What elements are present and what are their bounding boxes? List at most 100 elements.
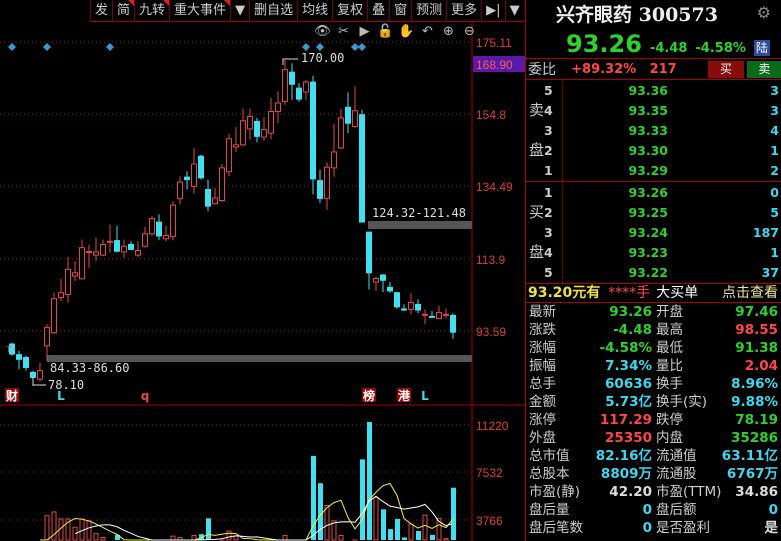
view-link[interactable]: 点击查看 bbox=[722, 284, 778, 302]
stat-label: 最低 bbox=[656, 340, 683, 356]
stat-value: 93.26 bbox=[609, 304, 652, 320]
order-row[interactable]: 5 93.36 3 bbox=[526, 80, 781, 100]
toolbar-item[interactable]: 删自选 bbox=[249, 0, 297, 22]
candle-body bbox=[170, 204, 176, 238]
hand-icon[interactable]: ✋ bbox=[398, 24, 415, 40]
marker-label[interactable]: L bbox=[57, 389, 65, 403]
order-row[interactable]: 3 93.33 4 bbox=[526, 120, 781, 140]
stat-value: 91.38 bbox=[735, 340, 778, 356]
weibi-pct: +89.32% bbox=[571, 61, 637, 77]
order-row[interactable]: 1 93.29 2 bbox=[526, 160, 781, 180]
candle-body bbox=[345, 106, 351, 124]
candle bbox=[205, 179, 211, 212]
scissors-icon[interactable]: ✂ bbox=[335, 24, 352, 40]
big-order-qty: ****手 bbox=[608, 285, 651, 301]
volume-bar bbox=[233, 535, 239, 541]
current-price-label: 168.90 bbox=[476, 58, 513, 72]
candle-body bbox=[30, 371, 36, 378]
annotation-high: 170.00 bbox=[301, 51, 344, 65]
eye-icon[interactable]: 👁 bbox=[314, 24, 331, 40]
marker-label[interactable]: L bbox=[421, 389, 429, 403]
candle bbox=[254, 117, 260, 143]
candle-body bbox=[408, 302, 414, 310]
order-row[interactable]: 5 93.22 37 bbox=[526, 262, 781, 282]
order-volume: 3 bbox=[770, 102, 779, 118]
candle bbox=[359, 109, 365, 223]
order-price: 93.29 bbox=[628, 162, 668, 178]
price-tick-label: 154.8 bbox=[476, 108, 506, 122]
big-order-row[interactable]: 93.20元有 ****手 大买单 点击查看 bbox=[528, 284, 778, 302]
sell-button[interactable]: 卖 bbox=[746, 60, 781, 78]
marker-label[interactable]: q bbox=[141, 389, 150, 403]
candle bbox=[177, 176, 183, 205]
volume-bar bbox=[408, 523, 414, 541]
toolbar-item[interactable]: 预测 bbox=[411, 0, 446, 22]
candle bbox=[58, 278, 64, 301]
toolbar-item[interactable]: 更多 bbox=[446, 0, 481, 22]
toolbar-item[interactable]: 九转 bbox=[134, 0, 170, 22]
candle bbox=[331, 123, 337, 177]
stat-value: 60636 bbox=[605, 376, 652, 392]
candle-body bbox=[359, 114, 365, 223]
stat-value: -4.58% bbox=[599, 340, 652, 356]
undo-icon[interactable]: ↶ bbox=[419, 24, 436, 40]
toolbar-item[interactable]: 窗 bbox=[389, 0, 411, 22]
toolbar-item[interactable]: ▼ bbox=[504, 0, 524, 22]
order-row[interactable]: 2 93.25 5 bbox=[526, 202, 781, 222]
order-price: 93.26 bbox=[628, 184, 668, 200]
buy-button[interactable]: 买 bbox=[708, 60, 744, 78]
candle bbox=[23, 355, 29, 371]
order-volume: 0 bbox=[770, 184, 779, 200]
volume-bar bbox=[170, 535, 176, 541]
stat-value: 97.46 bbox=[735, 304, 778, 320]
order-row[interactable]: 3 93.24 187 bbox=[526, 222, 781, 242]
volume-bar bbox=[430, 534, 435, 540]
stat-label: 盘后笔数 bbox=[529, 520, 583, 536]
order-row[interactable]: 2 93.30 1 bbox=[526, 140, 781, 160]
toolbar-item[interactable]: ▼ bbox=[230, 0, 249, 22]
toolbar-item[interactable]: 简 bbox=[112, 0, 135, 22]
candle bbox=[345, 92, 351, 134]
candle-body bbox=[149, 218, 155, 235]
toolbar-item[interactable]: 叠 bbox=[367, 0, 389, 22]
gear-icon[interactable]: ⚙ bbox=[757, 4, 771, 22]
candle bbox=[16, 350, 22, 370]
play-icon[interactable]: ▶ bbox=[356, 24, 373, 40]
toolbar-item[interactable]: 均线 bbox=[297, 0, 332, 22]
stat-label: 内盘 bbox=[656, 430, 683, 446]
candle bbox=[387, 282, 393, 293]
candle bbox=[212, 187, 218, 205]
order-level: 2 bbox=[544, 204, 553, 220]
candle-body bbox=[135, 249, 141, 256]
candle-body bbox=[177, 181, 183, 200]
lock-icon[interactable]: 🔓 bbox=[377, 24, 394, 40]
volume-bar bbox=[373, 497, 379, 541]
candle bbox=[338, 109, 344, 150]
zoom-out-icon[interactable]: ⊖ bbox=[461, 24, 478, 40]
toolbar-item[interactable]: 发 bbox=[90, 0, 112, 22]
stat-row: 总市值 82.16亿 流通值 63.11亿 bbox=[526, 447, 781, 465]
candle bbox=[422, 309, 428, 325]
marker-label[interactable]: 港 bbox=[398, 388, 411, 403]
order-volume: 4 bbox=[770, 122, 779, 138]
marker-label[interactable]: 财 bbox=[5, 388, 18, 403]
candle bbox=[191, 148, 197, 194]
signal-diamond-icon bbox=[316, 43, 324, 51]
candle bbox=[128, 241, 134, 251]
stat-label: 总股本 bbox=[529, 466, 570, 482]
order-row[interactable]: 4 93.23 1 bbox=[526, 242, 781, 262]
toolbar-item[interactable]: 复权 bbox=[332, 0, 367, 22]
toolbar-item[interactable]: 重大事件 bbox=[169, 0, 231, 22]
candle-body bbox=[219, 167, 225, 202]
order-row[interactable]: 1 93.26 0 bbox=[526, 182, 781, 202]
kline-chart[interactable]: 175.11 154.8 134.49 113.9 93.59 11220 7532 3766… bbox=[0, 0, 525, 541]
marker-label[interactable]: 榜 bbox=[363, 388, 375, 403]
order-row[interactable]: 4 93.35 3 bbox=[526, 100, 781, 120]
toolbar-item[interactable]: ▶| bbox=[481, 0, 504, 22]
price-tick-label: 93.59 bbox=[476, 325, 506, 339]
zoom-in-icon[interactable]: ⊕ bbox=[440, 24, 457, 40]
candle bbox=[170, 201, 176, 241]
big-order-price: 93.20元有 bbox=[528, 285, 601, 301]
candle bbox=[65, 256, 71, 303]
stats-table: 最新 93.26 开盘 97.46 涨跌 -4.48 最高 98.55 涨幅 -4.58% 最低 91… bbox=[526, 303, 781, 537]
